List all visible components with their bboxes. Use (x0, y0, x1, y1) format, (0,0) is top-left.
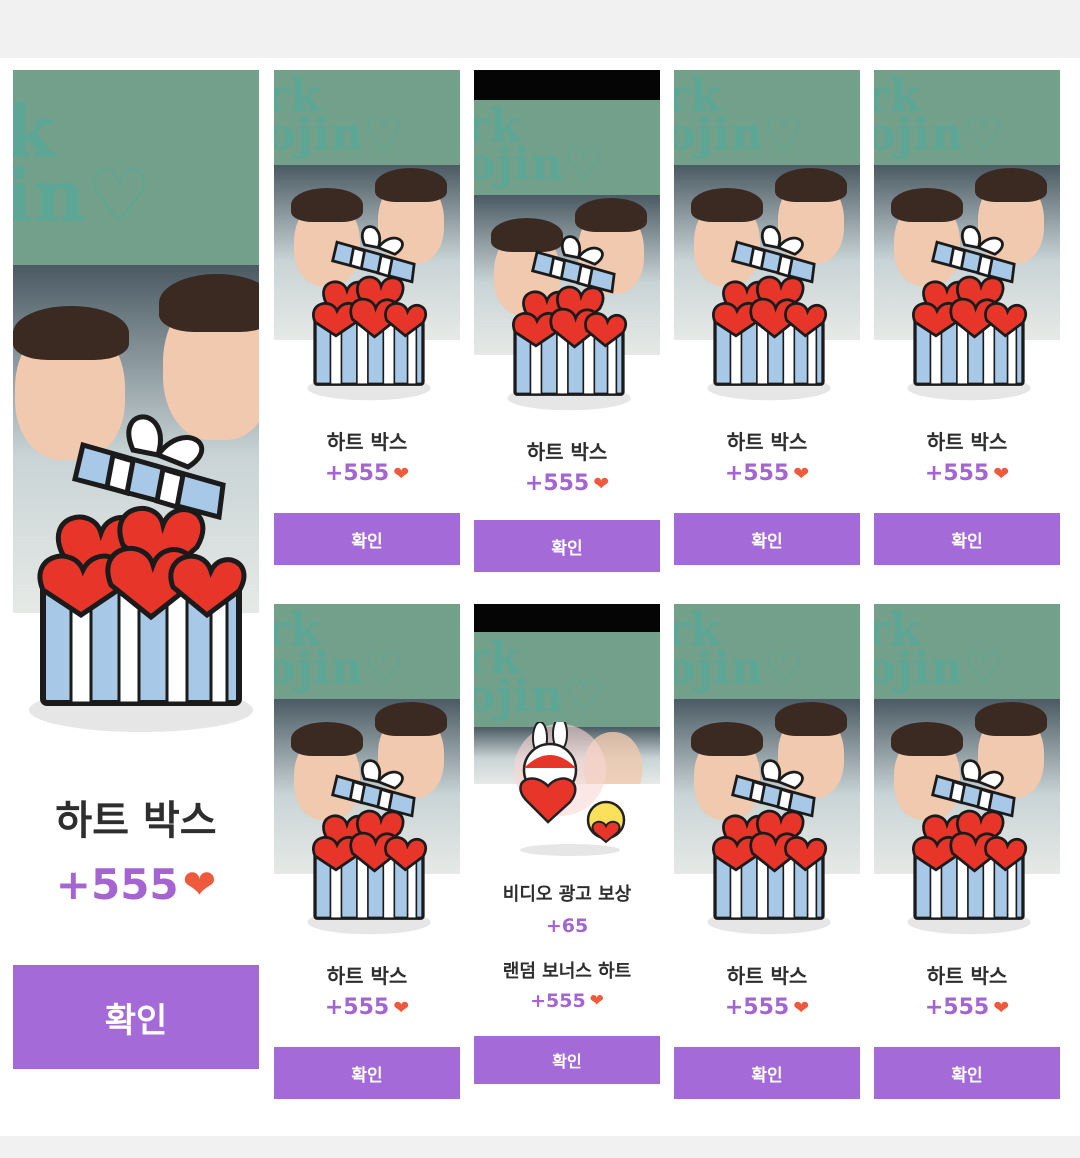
gift-box-hearts-icon (904, 220, 1034, 402)
confirm-button[interactable]: 확인 (674, 1047, 860, 1099)
confirm-button[interactable]: 확인 (274, 1047, 460, 1099)
confirm-button[interactable]: 확인 (13, 965, 259, 1069)
heart-icon: ❤ (593, 472, 610, 495)
heart-icon: ❤ (793, 996, 810, 1019)
heart-icon: ❤ (393, 996, 410, 1019)
confirm-button[interactable]: 확인 (874, 1047, 1060, 1099)
video-reward-amount: +65 (545, 915, 589, 937)
reward-card: rk ojin♡ 하트 박스 +555 ❤ 확인 (674, 70, 860, 570)
reward-card: rk ojin♡ 하트 박스 +555 ❤ 확인 (874, 604, 1060, 1104)
confirm-button[interactable]: 확인 (474, 1036, 660, 1084)
reward-card: rk ojin♡ 하트 박스 +555 ❤ 확인 (874, 70, 1060, 570)
heart-icon: ❤ (589, 991, 604, 1011)
bunny-duck-mascot-icon (510, 722, 630, 862)
reward-amount: +555 ❤ (55, 860, 217, 909)
bonus-amount: +555 ❤ (530, 990, 604, 1012)
heart-icon: ❤ (393, 462, 410, 485)
reward-title: 하트 박스 (326, 430, 408, 454)
gift-box-hearts-icon (23, 405, 259, 735)
heart-icon: ❤ (182, 861, 217, 908)
reward-amount: +555 ❤ (324, 995, 410, 1020)
confirm-button[interactable]: 확인 (874, 513, 1060, 565)
reward-card: rk ojin♡ 하트 박스 +555 ❤ 확인 (274, 604, 460, 1104)
gift-box-hearts-icon (704, 220, 834, 402)
reward-amount: +555 ❤ (924, 461, 1010, 486)
reward-card-featured: k in♡ 하트 박스 +555 ❤ 확인 (13, 70, 259, 1070)
heart-icon: ❤ (793, 462, 810, 485)
reward-amount: +555 ❤ (724, 461, 810, 486)
heart-icon: ❤ (993, 996, 1010, 1019)
reward-amount: +555 ❤ (324, 461, 410, 486)
gift-box-hearts-icon (304, 754, 434, 936)
reward-title: 하트 박스 (55, 798, 217, 844)
video-reward-title: 비디오 광고 보상 (502, 884, 632, 905)
confirm-button[interactable]: 확인 (274, 513, 460, 565)
reward-card: rk ojin♡ 하트 박스 +555 ❤ 확인 (474, 70, 660, 572)
bonus-title: 랜덤 보너스 하트 (502, 961, 632, 982)
reward-amount: +555 ❤ (724, 995, 810, 1020)
gift-box-hearts-icon (304, 220, 434, 402)
reward-card: rk ojin♡ 하트 박스 +555 ❤ 확인 (674, 604, 860, 1104)
gift-box-hearts-icon (704, 754, 834, 936)
reward-card: rk ojin♡ 비디오 광고 보상 +65 랜덤 보너스 하트 +555 ❤ 확인 (474, 604, 660, 1104)
reward-title: 하트 박스 (926, 430, 1008, 454)
reward-title: 하트 박스 (326, 964, 408, 988)
reward-amount: +555 ❤ (524, 471, 610, 496)
reward-title: 하트 박스 (526, 440, 608, 464)
reward-card: rk ojin♡ 하트 박스 +555 ❤ 확인 (274, 70, 460, 570)
confirm-button[interactable]: 확인 (474, 520, 660, 572)
confirm-button[interactable]: 확인 (674, 513, 860, 565)
heart-icon: ❤ (993, 462, 1010, 485)
reward-amount: +555 ❤ (924, 995, 1010, 1020)
gift-box-hearts-icon (504, 230, 634, 412)
reward-title: 하트 박스 (726, 430, 808, 454)
reward-title: 하트 박스 (726, 964, 808, 988)
gift-box-hearts-icon (904, 754, 1034, 936)
reward-title: 하트 박스 (926, 964, 1008, 988)
